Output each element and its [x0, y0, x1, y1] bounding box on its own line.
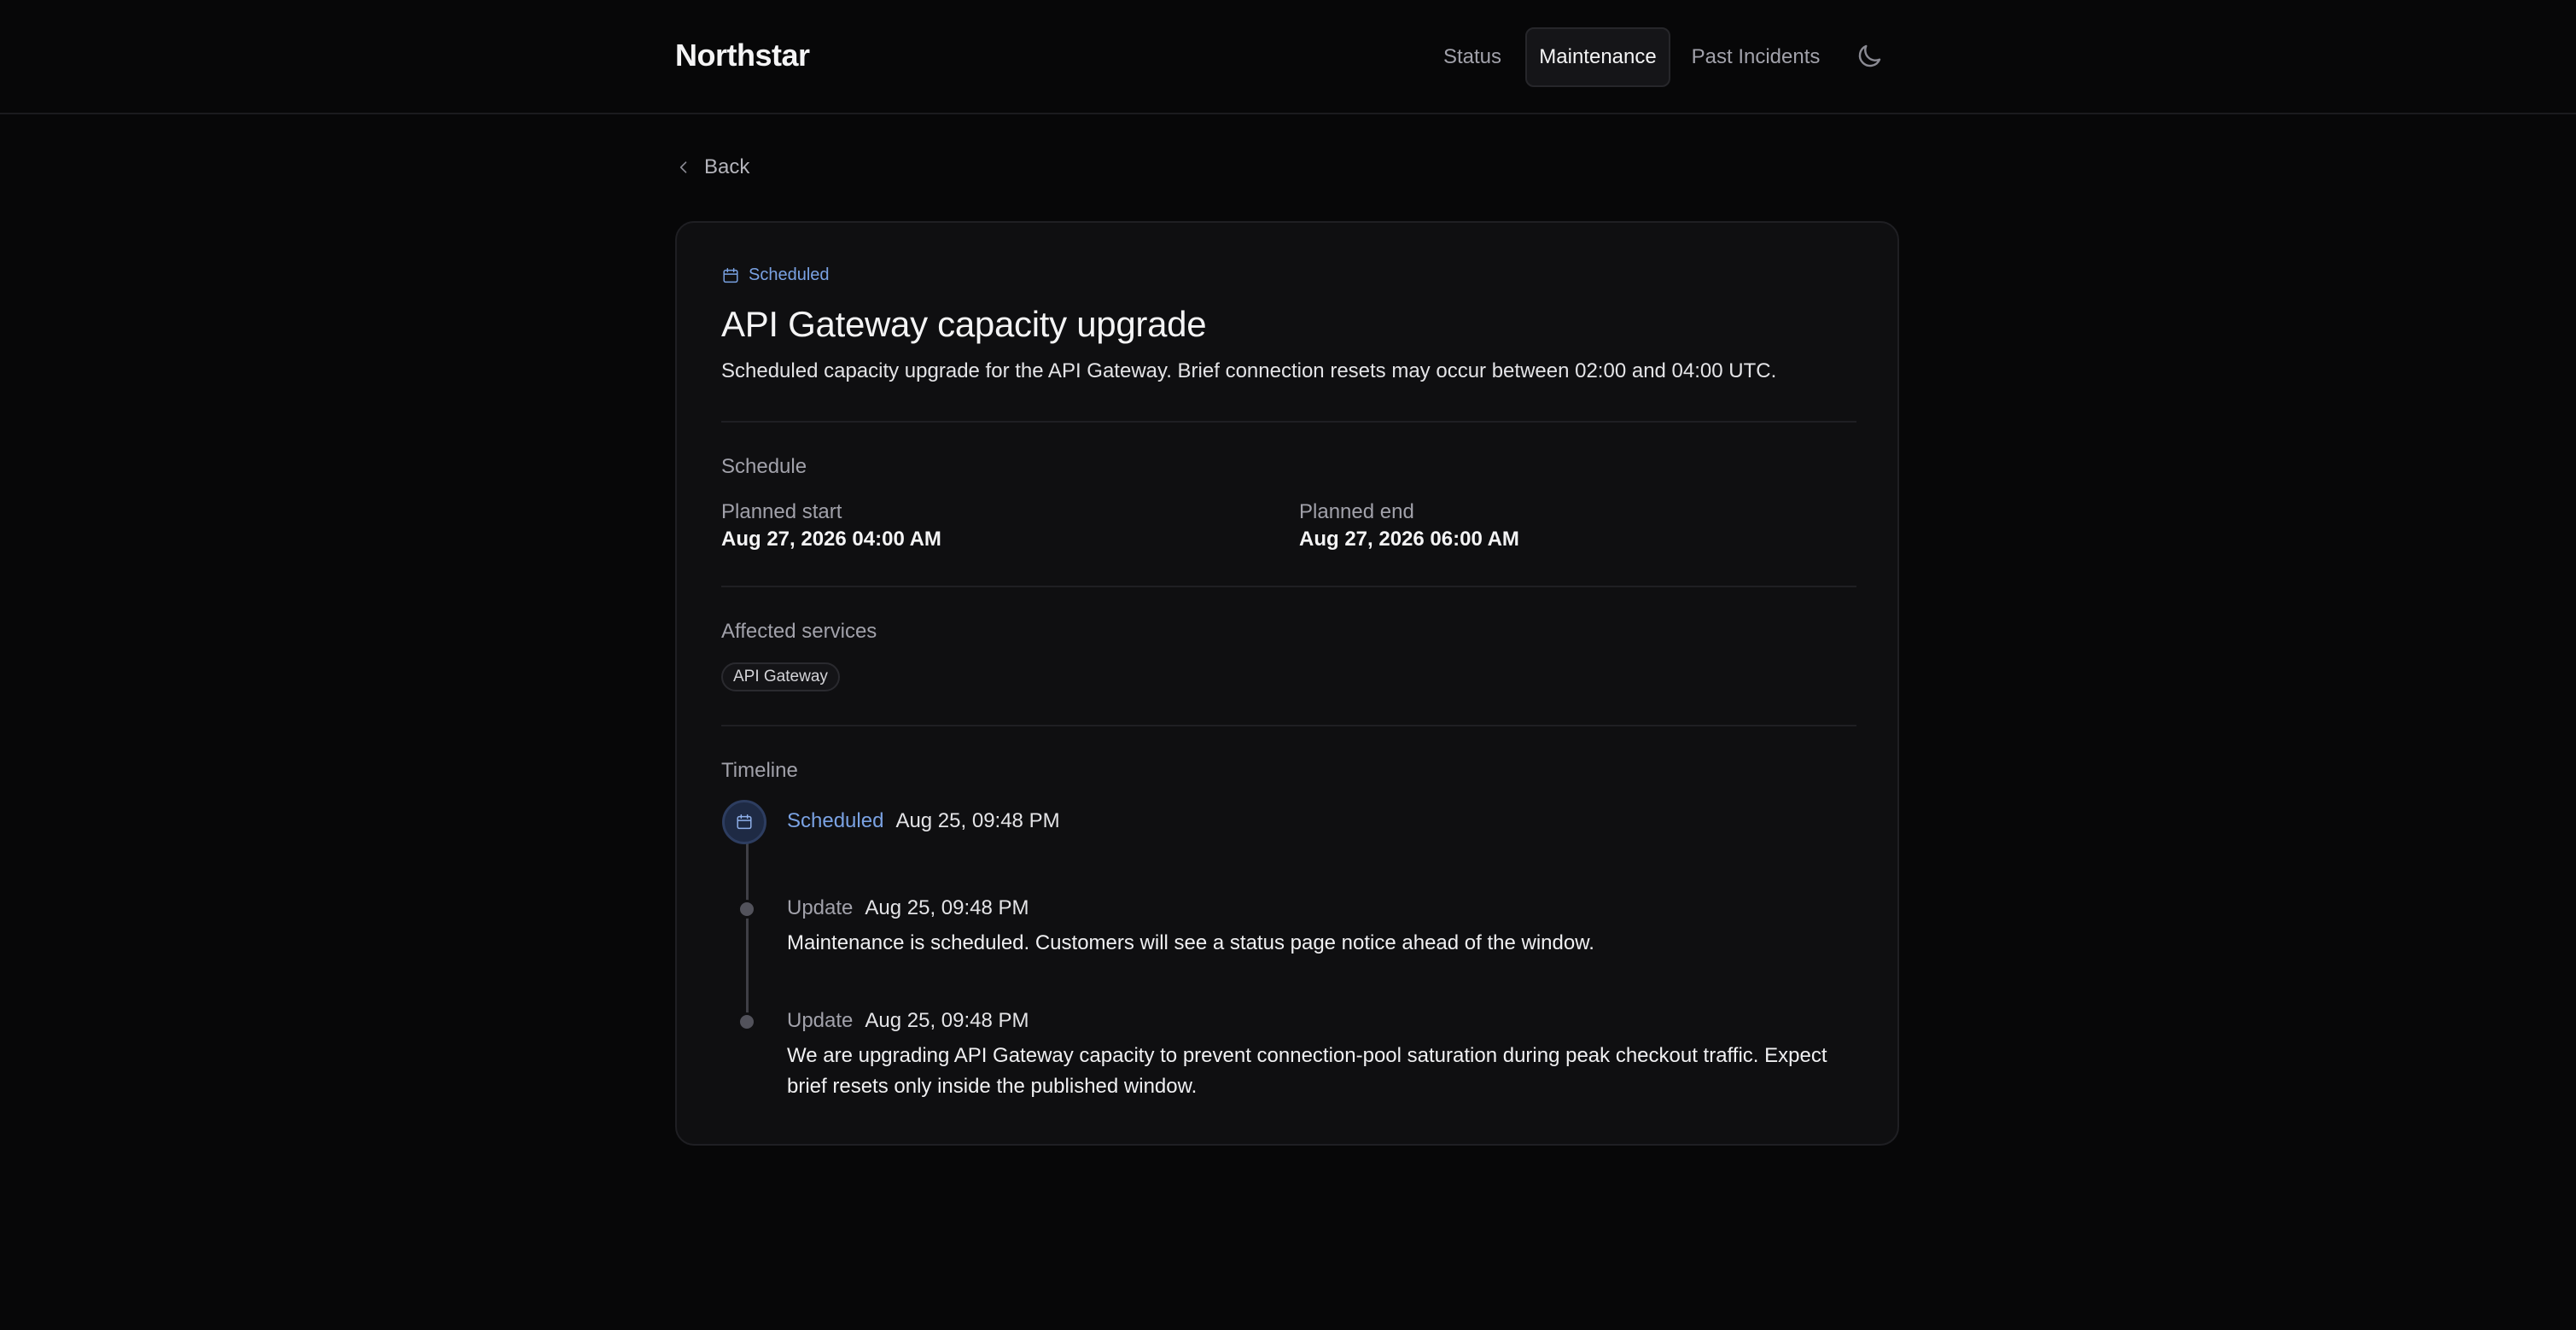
divider — [721, 725, 1856, 726]
back-link[interactable]: Back — [675, 152, 749, 183]
planned-start-label: Planned start — [721, 500, 842, 523]
timeline-entry-time: Aug 25, 09:48 PM — [865, 1009, 1029, 1032]
timeline-update-dot — [737, 900, 756, 919]
status-badge: Scheduled — [721, 265, 830, 285]
nav-status[interactable]: Status — [1434, 27, 1511, 87]
timeline-entry-kind: Scheduled — [787, 809, 884, 832]
service-chip: API Gateway — [721, 662, 840, 691]
nav-past-incidents[interactable]: Past Incidents — [1683, 27, 1828, 87]
timeline-entry-header: Update Aug 25, 09:48 PM — [787, 896, 1029, 920]
timeline-connector — [746, 843, 749, 1018]
planned-end-label: Planned end — [1299, 500, 1414, 523]
brand-logo[interactable]: Northstar — [675, 38, 810, 73]
calendar-icon — [737, 814, 752, 830]
timeline-entry-header: Update Aug 25, 09:48 PM — [787, 1009, 1029, 1033]
moon-icon — [1858, 44, 1881, 67]
timeline-entry-body: Maintenance is scheduled. Customers will… — [787, 931, 1594, 954]
timeline-heading: Timeline — [721, 759, 798, 782]
maintenance-card: Scheduled API Gateway capacity upgrade S… — [675, 221, 1899, 1146]
timeline-scheduled-marker — [722, 800, 766, 844]
affected-services-heading: Affected services — [721, 620, 877, 643]
timeline-entry-time: Aug 25, 09:48 PM — [895, 809, 1060, 832]
nav-maintenance[interactable]: Maintenance — [1525, 27, 1670, 87]
chevron-left-icon — [679, 161, 687, 173]
timeline-update-dot — [737, 1012, 756, 1031]
timeline-entry-body: We are upgrading API Gateway capacity to… — [787, 1044, 1827, 1098]
maintenance-description: Scheduled capacity upgrade for the API G… — [721, 359, 1777, 382]
status-badge-label: Scheduled — [749, 265, 830, 284]
timeline-entry-time: Aug 25, 09:48 PM — [865, 896, 1029, 919]
timeline-entry-header: Scheduled Aug 25, 09:48 PM — [787, 809, 1060, 833]
calendar-icon — [723, 267, 738, 283]
back-label: Back — [704, 155, 750, 178]
planned-start-value: Aug 27, 2026 04:00 AM — [721, 528, 941, 551]
schedule-heading: Schedule — [721, 455, 807, 478]
theme-toggle-button[interactable] — [1854, 41, 1885, 72]
divider — [721, 586, 1856, 587]
planned-end-value: Aug 27, 2026 06:00 AM — [1299, 528, 1519, 551]
timeline-entry-kind: Update — [787, 896, 854, 919]
divider — [721, 421, 1856, 423]
page-title: API Gateway capacity upgrade — [721, 304, 1207, 344]
top-header: Northstar Status Maintenance Past Incide… — [0, 0, 2576, 114]
timeline-entry-kind: Update — [787, 1009, 854, 1032]
